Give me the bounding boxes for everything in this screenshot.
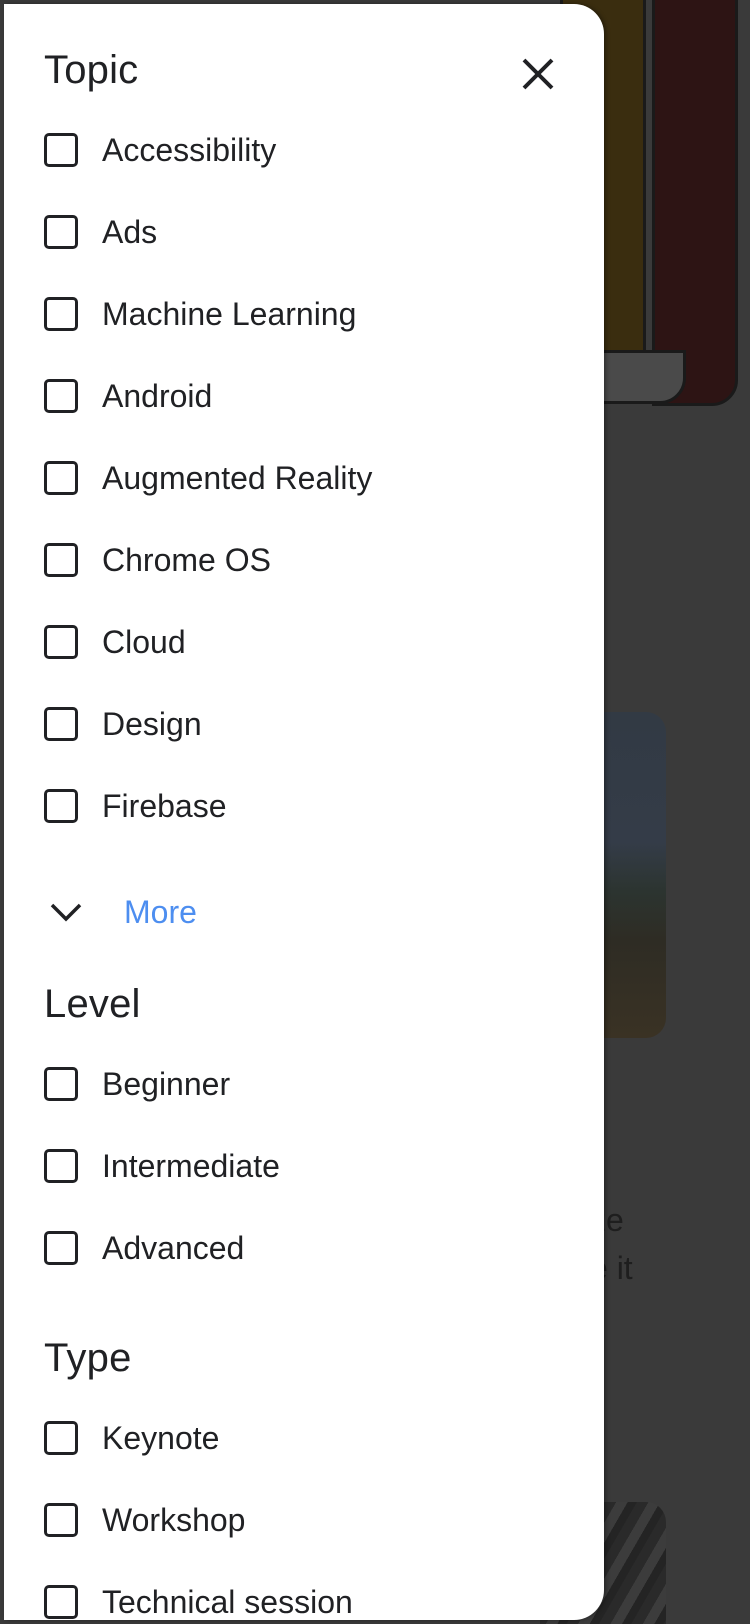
- close-icon: [522, 58, 554, 90]
- more-label: More: [124, 893, 197, 930]
- option-label: Technical session: [102, 1583, 353, 1620]
- topic-section-title: Topic: [44, 48, 139, 92]
- type-option-keynote[interactable]: Keynote: [44, 1408, 564, 1468]
- type-option-technical-session[interactable]: Technical session: [44, 1572, 564, 1620]
- close-button[interactable]: [516, 52, 560, 96]
- option-label: Workshop: [102, 1501, 246, 1538]
- topic-option-chrome-os[interactable]: Chrome OS: [44, 530, 564, 590]
- screen: ze e it Topic Accessibility Ads Machine …: [0, 0, 750, 1624]
- checkbox[interactable]: [44, 1585, 78, 1619]
- topic-option-augmented-reality[interactable]: Augmented Reality: [44, 448, 564, 508]
- option-label: Android: [102, 377, 213, 414]
- topic-option-accessibility[interactable]: Accessibility: [44, 120, 564, 180]
- level-option-intermediate[interactable]: Intermediate: [44, 1136, 564, 1196]
- topic-option-ads[interactable]: Ads: [44, 202, 564, 262]
- background-illustration-red: [652, 0, 738, 406]
- topic-option-machine-learning[interactable]: Machine Learning: [44, 284, 564, 344]
- type-option-workshop[interactable]: Workshop: [44, 1490, 564, 1550]
- topic-option-design[interactable]: Design: [44, 694, 564, 754]
- option-label: Augmented Reality: [102, 459, 373, 496]
- filter-drawer: Topic Accessibility Ads Machine Learning: [4, 4, 604, 1620]
- checkbox[interactable]: [44, 1421, 78, 1455]
- option-label: Cloud: [102, 623, 186, 660]
- level-option-beginner[interactable]: Beginner: [44, 1054, 564, 1114]
- checkbox[interactable]: [44, 379, 78, 413]
- checkbox[interactable]: [44, 133, 78, 167]
- checkbox[interactable]: [44, 215, 78, 249]
- checkbox[interactable]: [44, 1067, 78, 1101]
- checkbox[interactable]: [44, 707, 78, 741]
- option-label: Firebase: [102, 787, 227, 824]
- more-topics-button[interactable]: More: [44, 882, 197, 942]
- topic-option-android[interactable]: Android: [44, 366, 564, 426]
- option-label: Beginner: [102, 1065, 231, 1102]
- option-label: Design: [102, 705, 202, 742]
- level-option-advanced[interactable]: Advanced: [44, 1218, 564, 1278]
- topic-option-firebase[interactable]: Firebase: [44, 776, 564, 836]
- topic-option-cloud[interactable]: Cloud: [44, 612, 564, 672]
- checkbox[interactable]: [44, 625, 78, 659]
- option-label: Intermediate: [102, 1147, 280, 1184]
- checkbox[interactable]: [44, 1231, 78, 1265]
- checkbox[interactable]: [44, 789, 78, 823]
- option-label: Machine Learning: [102, 295, 357, 332]
- option-label: Accessibility: [102, 131, 277, 168]
- chevron-down-icon: [44, 890, 88, 934]
- type-section-title: Type: [44, 1336, 132, 1380]
- option-label: Chrome OS: [102, 541, 271, 578]
- checkbox[interactable]: [44, 461, 78, 495]
- checkbox[interactable]: [44, 543, 78, 577]
- checkbox[interactable]: [44, 297, 78, 331]
- level-section-title: Level: [44, 982, 141, 1026]
- option-label: Ads: [102, 213, 158, 250]
- checkbox[interactable]: [44, 1149, 78, 1183]
- option-label: Keynote: [102, 1419, 220, 1456]
- option-label: Advanced: [102, 1229, 245, 1266]
- checkbox[interactable]: [44, 1503, 78, 1537]
